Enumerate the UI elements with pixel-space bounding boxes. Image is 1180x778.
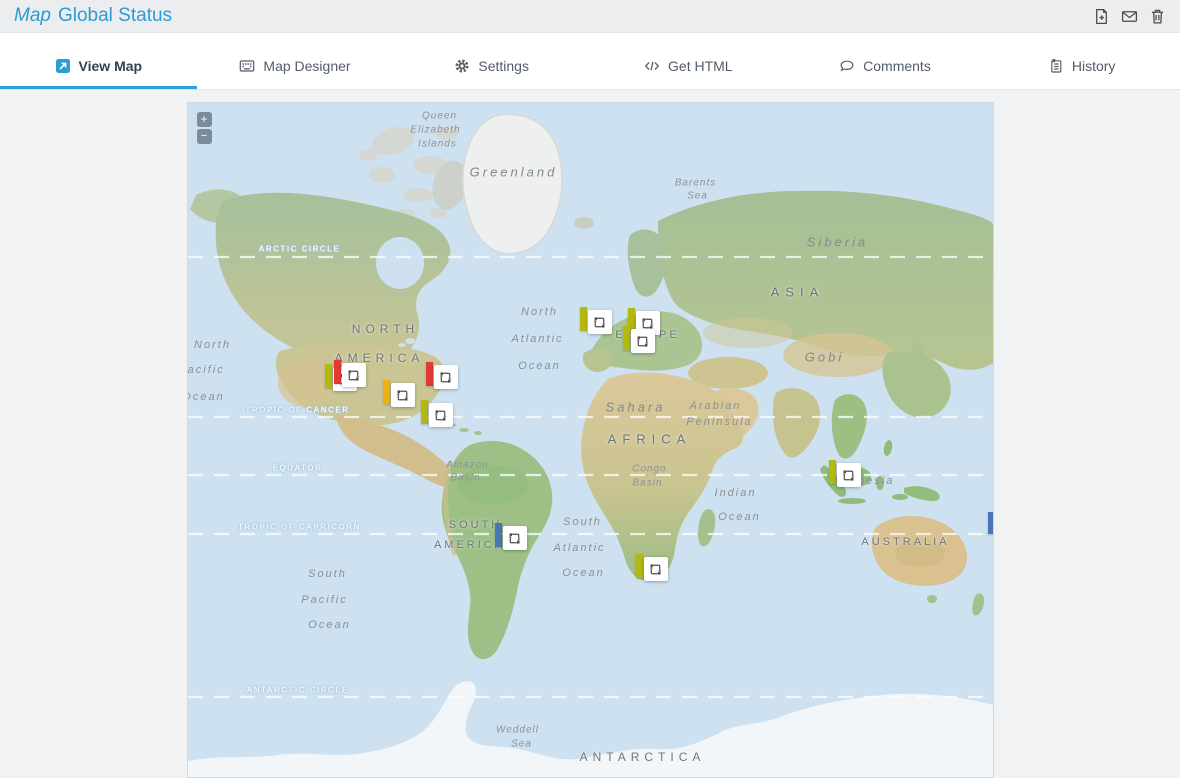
comment-bubble-icon (839, 58, 855, 74)
marker-status-bar (426, 362, 433, 386)
trash-icon[interactable] (1149, 8, 1166, 25)
marker-status-bar (623, 326, 630, 350)
tab-label: Map Designer (263, 58, 350, 74)
tab-map-designer[interactable]: Map Designer (197, 46, 394, 89)
tab-settings[interactable]: Settings (393, 46, 590, 89)
marker-status-bar (495, 523, 502, 547)
marker-box (391, 383, 415, 407)
greenland (462, 114, 561, 253)
marker-status-bar (325, 364, 332, 388)
tab-label: Get HTML (668, 58, 733, 74)
marker-box (429, 403, 453, 427)
map-marker[interactable] (421, 400, 453, 428)
marker-status-bar (421, 400, 428, 424)
gear-icon (454, 58, 470, 74)
map-marker-edge[interactable] (988, 512, 994, 540)
marker-status-bar (334, 360, 341, 384)
marker-status-bar (580, 307, 587, 331)
tab-get-html[interactable]: Get HTML (590, 46, 787, 89)
marker-box (644, 557, 668, 581)
map-marker[interactable] (580, 307, 612, 335)
app-header: Map Global Status (0, 0, 1180, 33)
map-zoom-control: + − (197, 112, 212, 144)
rotate-object-icon (592, 315, 607, 330)
header-actions (1093, 8, 1166, 25)
rotate-object-icon (438, 370, 453, 385)
tab-comments[interactable]: Comments (787, 46, 984, 89)
tab-label: Comments (863, 58, 931, 74)
view-map-icon (55, 58, 71, 74)
marker-status-bar (383, 380, 390, 404)
tabbar: View Map Map Designer Settings (0, 33, 1180, 90)
tab-view-map[interactable]: View Map (0, 46, 197, 89)
email-icon[interactable] (1121, 8, 1138, 25)
map-marker[interactable] (383, 380, 415, 408)
marker-box (434, 365, 458, 389)
marker-box (503, 526, 527, 550)
map-marker[interactable] (495, 523, 527, 551)
marker-box (837, 463, 861, 487)
tab-label: History (1072, 58, 1116, 74)
marker-box (588, 310, 612, 334)
tab-label: View Map (79, 58, 143, 74)
zoom-out-button[interactable]: − (197, 129, 212, 144)
export-document-icon[interactable] (1093, 8, 1110, 25)
map-marker[interactable] (829, 460, 861, 488)
rotate-object-icon (841, 468, 856, 483)
tab-history[interactable]: History (983, 46, 1180, 89)
rotate-object-icon (635, 334, 650, 349)
map-marker[interactable] (426, 362, 458, 390)
rotate-object-icon (433, 408, 448, 423)
zoom-in-button[interactable]: + (197, 112, 212, 127)
rotate-object-icon (648, 562, 663, 577)
page-title-text: Global Status (58, 5, 172, 26)
code-icon (644, 58, 660, 74)
history-note-icon (1048, 58, 1064, 74)
marker-box (631, 329, 655, 353)
page-title-prefix: Map (14, 5, 51, 26)
rotate-object-icon (507, 531, 522, 546)
map-marker[interactable] (334, 360, 366, 388)
map-marker[interactable] (636, 554, 668, 582)
tab-label: Settings (478, 58, 529, 74)
map-marker[interactable] (623, 326, 655, 354)
rotate-object-icon (395, 388, 410, 403)
page-title: Map Global Status (14, 5, 172, 27)
marker-status-bar (988, 512, 993, 534)
world-map (188, 103, 993, 777)
marker-status-bar (636, 554, 643, 578)
marker-box (342, 363, 366, 387)
map-designer-icon (239, 58, 255, 74)
map-canvas[interactable]: + − QueenElizabethIslandsGreenlandBarent… (187, 102, 994, 778)
marker-status-bar (829, 460, 836, 484)
rotate-object-icon (346, 368, 361, 383)
